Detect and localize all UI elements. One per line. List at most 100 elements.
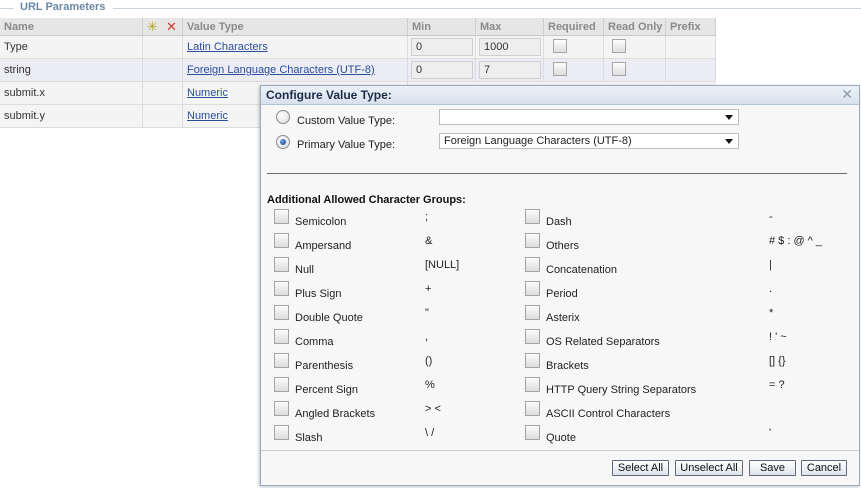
table-row[interactable]: Type Latin Characters 0 1000 <box>0 36 716 59</box>
required-checkbox[interactable] <box>553 39 567 53</box>
custom-value-type-select[interactable] <box>439 109 739 125</box>
character-group-symbols: + <box>425 283 432 295</box>
configure-value-type-dialog: Configure Value Type: ✕ Custom Value Typ… <box>260 85 860 486</box>
max-input[interactable]: 1000 <box>479 38 541 56</box>
character-group-symbols: & <box>425 235 433 247</box>
character-group-checkbox[interactable] <box>525 233 540 248</box>
header-required[interactable]: Required <box>544 18 604 35</box>
character-group-label: Comma <box>295 336 334 348</box>
primary-value-type-select[interactable]: Foreign Language Characters (UTF-8) <box>439 133 739 149</box>
character-group-label: Null <box>295 264 314 276</box>
chevron-down-icon <box>725 115 733 120</box>
save-button[interactable]: Save <box>749 460 796 476</box>
character-group-label: Quote <box>546 432 576 444</box>
delete-parameter-icon[interactable]: ✕ <box>166 20 177 34</box>
character-group-symbols: " <box>425 307 429 319</box>
header-min[interactable]: Min <box>408 18 476 35</box>
character-group-checkbox[interactable] <box>274 425 289 440</box>
prefix-cell <box>666 36 716 58</box>
header-value-type[interactable]: Value Type <box>183 18 408 35</box>
footer-divider <box>261 450 859 451</box>
value-type-link[interactable]: Latin Characters <box>187 41 268 53</box>
character-group-label: Period <box>546 288 578 300</box>
character-group-checkbox[interactable] <box>274 401 289 416</box>
character-group-checkbox[interactable] <box>274 353 289 368</box>
character-group-symbols: = ? <box>769 379 785 391</box>
character-group-checkbox[interactable] <box>525 329 540 344</box>
character-group-label: Semicolon <box>295 216 347 228</box>
custom-value-type-radio[interactable] <box>276 110 290 124</box>
character-group-checkbox[interactable] <box>525 257 540 272</box>
close-icon[interactable]: ✕ <box>841 86 853 103</box>
character-group-label: ASCII Control Characters <box>546 408 671 420</box>
row-tools <box>143 105 183 127</box>
character-group-label: Dash <box>546 216 572 228</box>
character-group-symbols: [] {} <box>769 355 786 367</box>
required-checkbox[interactable] <box>553 62 567 76</box>
character-group-label: Double Quote <box>295 312 363 324</box>
dialog-title-bar[interactable]: Configure Value Type: ✕ <box>261 86 859 105</box>
param-name: submit.x <box>0 82 143 104</box>
character-group-label: Angled Brackets <box>295 408 376 420</box>
character-group-label: Percent Sign <box>295 384 358 396</box>
param-name: string <box>0 59 143 81</box>
row-tools <box>143 59 183 81</box>
character-group-checkbox[interactable] <box>274 281 289 296</box>
param-name: Type <box>0 36 143 58</box>
character-group-checkbox[interactable] <box>525 401 540 416</box>
character-group-checkbox[interactable] <box>274 209 289 224</box>
header-max[interactable]: Max <box>476 18 544 35</box>
value-type-link[interactable]: Numeric <box>187 87 228 99</box>
read-only-checkbox[interactable] <box>612 62 626 76</box>
character-group-symbols: > < <box>425 403 441 415</box>
value-type-link[interactable]: Numeric <box>187 110 228 122</box>
character-groups-title: Additional Allowed Character Groups: <box>267 194 466 206</box>
cancel-button[interactable]: Cancel <box>801 460 847 476</box>
character-group-checkbox[interactable] <box>525 281 540 296</box>
character-group-symbols: ' <box>769 427 772 439</box>
character-group-checkbox[interactable] <box>525 305 540 320</box>
dialog-title: Configure Value Type: <box>266 88 392 102</box>
fieldset-legend: URL Parameters <box>20 1 106 13</box>
character-group-symbols: | <box>769 259 772 271</box>
unselect-all-button[interactable]: Unselect All <box>675 460 743 476</box>
character-group-checkbox[interactable] <box>525 209 540 224</box>
character-group-checkbox[interactable] <box>525 425 540 440</box>
header-read-only[interactable]: Read Only <box>604 18 666 35</box>
header-name[interactable]: Name <box>0 18 143 35</box>
character-group-symbols: % <box>425 379 435 391</box>
min-input[interactable]: 0 <box>411 61 473 79</box>
select-all-button[interactable]: Select All <box>612 460 669 476</box>
header-prefix[interactable]: Prefix <box>666 18 716 35</box>
character-group-symbols: ; <box>425 211 429 223</box>
character-group-checkbox[interactable] <box>274 233 289 248</box>
character-group-symbols: () <box>425 355 433 367</box>
character-group-symbols: . <box>769 283 773 295</box>
character-group-symbols: , <box>425 331 429 343</box>
character-group-checkbox[interactable] <box>525 377 540 392</box>
read-only-checkbox[interactable] <box>612 39 626 53</box>
primary-value-type-value: Foreign Language Characters (UTF-8) <box>444 135 632 147</box>
character-group-checkbox[interactable] <box>274 377 289 392</box>
primary-value-type-label: Primary Value Type: <box>297 139 396 151</box>
character-group-symbols: # $ : @ ^ _ <box>769 235 823 247</box>
add-parameter-icon[interactable]: ✳ <box>147 20 158 34</box>
character-group-label: Parenthesis <box>295 360 354 372</box>
character-group-label: Slash <box>295 432 323 444</box>
character-group-symbols: ! ' ~ <box>769 331 787 343</box>
character-group-checkbox[interactable] <box>274 257 289 272</box>
header-tools: ✳ ✕ <box>143 18 183 35</box>
character-group-checkbox[interactable] <box>274 329 289 344</box>
character-group-checkbox[interactable] <box>525 353 540 368</box>
character-group-label: Asterix <box>546 312 580 324</box>
character-group-symbols: \ / <box>425 427 435 439</box>
min-input[interactable]: 0 <box>411 38 473 56</box>
separator <box>267 173 847 174</box>
primary-value-type-radio[interactable] <box>276 135 290 149</box>
max-input[interactable]: 7 <box>479 61 541 79</box>
character-group-checkbox[interactable] <box>274 305 289 320</box>
character-group-label: Brackets <box>546 360 589 372</box>
value-type-link[interactable]: Foreign Language Characters (UTF-8) <box>187 64 375 76</box>
custom-value-type-label: Custom Value Type: <box>297 115 396 127</box>
table-row[interactable]: string Foreign Language Characters (UTF-… <box>0 59 716 82</box>
